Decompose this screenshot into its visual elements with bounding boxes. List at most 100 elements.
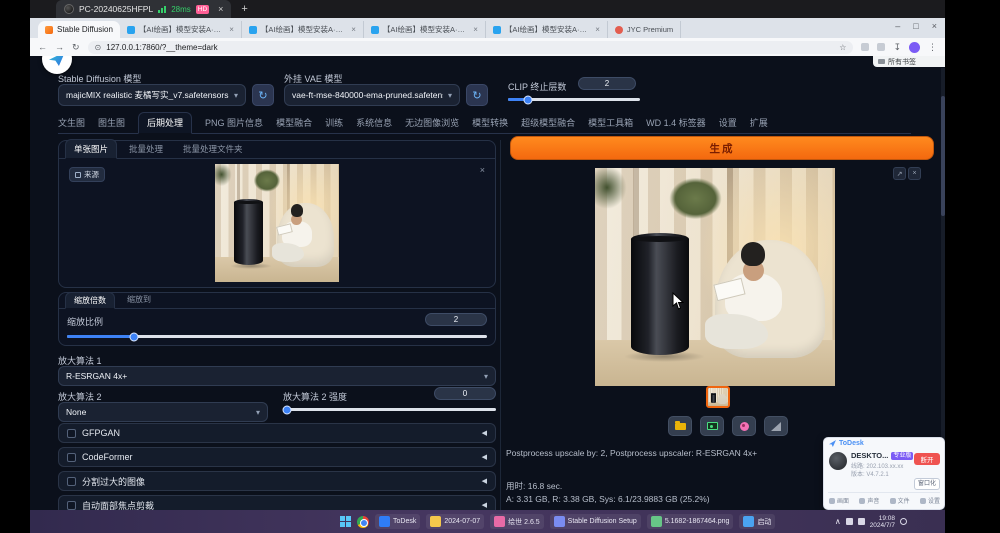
save-zip-button[interactable] [732,416,756,436]
source-image[interactable] [215,164,339,282]
open-folder-button[interactable] [668,416,692,436]
start-button[interactable] [340,516,351,527]
upscaler1-select[interactable]: R-ESRGAN 4x+ ▾ [58,366,496,386]
checkbox[interactable] [67,429,76,438]
tab-png-info[interactable]: PNG 图片信息 [205,116,263,133]
tab-txt2img[interactable]: 文生图 [58,116,85,133]
extension-icon[interactable] [861,43,869,51]
screen-option[interactable]: 画面 [829,496,849,505]
checkbox[interactable] [67,501,76,510]
browser-tab[interactable]: 【AI绘画】模型安装A·小图区 - 哔哩哔哩 × [486,21,608,38]
checkbox[interactable] [67,453,76,462]
file-option[interactable]: 文件 [890,496,910,505]
tab-close-icon[interactable]: × [229,25,234,34]
tab-checkpoint-merger[interactable]: 模型融合 [276,116,312,133]
tab-settings[interactable]: 设置 [719,116,737,133]
bookmark-star-icon[interactable]: ☆ [839,43,846,52]
accordion-codeformer[interactable]: CodeFormer ◀ [58,447,496,467]
resize-slider[interactable] [67,335,487,338]
slider-thumb[interactable] [130,332,139,341]
expand-result-button[interactable]: ↗ [893,167,906,180]
taskbar-item-todesk[interactable]: ToDesk [375,514,420,529]
windowed-mode-button[interactable]: 窗口化 [914,478,940,490]
menu-icon[interactable]: ⋮ [928,42,937,53]
collapse-icon[interactable]: ◀ [482,501,487,509]
chrome-taskbar-icon[interactable] [357,516,369,528]
tab-model-toolkit[interactable]: 模型工具箱 [588,116,633,133]
refresh-vae-button[interactable]: ↻ [466,84,488,106]
forward-icon[interactable]: → [55,42,64,52]
tab-close-icon[interactable]: × [473,25,478,34]
clip-skip-slider[interactable] [508,98,640,101]
resize-value[interactable]: 2 [425,313,487,326]
site-info-icon[interactable]: ⊙ [95,43,102,52]
browser-tab[interactable]: 【AI绘画】模型安装A·小图区 - 哔哩哔哩 × [242,21,364,38]
browser-tab-active[interactable]: Stable Diffusion [38,21,120,38]
tab-model-convert[interactable]: 模型转换 [472,116,508,133]
new-session-button[interactable]: + [241,3,247,15]
collapse-icon[interactable]: ◀ [482,429,487,437]
subtab-batch-from-dir[interactable]: 批量处理文件夹 [175,140,251,158]
slider-thumb[interactable] [523,95,532,104]
collapse-icon[interactable]: ◀ [482,453,487,461]
scrollbar-thumb[interactable] [941,96,945,216]
generate-button[interactable]: 生成 [510,136,934,160]
tab-img2img[interactable]: 图生图 [98,116,125,133]
close-result-button[interactable]: × [908,167,921,180]
close-session-button[interactable]: × [218,4,223,14]
upscaler2-strength-slider[interactable] [283,408,496,411]
browser-tab[interactable]: 【AI绘画】模型安装A·小图区 - 哔哩哔哩 × [364,21,486,38]
tab-extensions[interactable]: 扩展 [750,116,768,133]
tab-scale-by[interactable]: 缩放倍数 [65,292,115,309]
result-image[interactable] [595,168,835,386]
upscaler2-strength-value[interactable]: 0 [434,387,496,400]
maximize-button[interactable]: □ [913,21,918,31]
tab-scale-to[interactable]: 缩放到 [119,291,159,308]
tray-icon[interactable] [846,518,853,525]
collapse-icon[interactable]: ◀ [482,477,487,485]
notification-bell-icon[interactable] [900,518,907,525]
taskbar-item-folder[interactable]: 2024-07-07 [426,514,484,529]
subtab-single-image[interactable]: 单张图片 [65,139,117,159]
back-icon[interactable]: ← [38,42,47,52]
result-thumbnail[interactable] [706,386,730,408]
download-icon[interactable]: ↧ [893,42,901,53]
tab-infinite-browser[interactable]: 无边图像浏览 [405,116,459,133]
sound-option[interactable]: 声音 [859,496,879,505]
tab-super-merger[interactable]: 超级模型融合 [521,116,575,133]
checkbox[interactable] [67,477,76,486]
subtab-batch-process[interactable]: 批量处理 [121,140,171,158]
taskbar-item-png-file[interactable]: 5.1682-1867464.png [647,514,734,529]
clip-skip-value[interactable]: 2 [578,77,636,90]
taskbar-item-launch[interactable]: 启动 [739,514,775,529]
sd-model-select[interactable]: majicMIX realistic 麦橘写实_v7.safetensors [… [58,84,246,106]
tab-train[interactable]: 训练 [325,116,343,133]
tab-close-icon[interactable]: × [351,25,356,34]
slider-thumb[interactable] [283,405,292,414]
vae-select[interactable]: vae-ft-mse-840000-ema-pruned.safetensors… [284,84,460,106]
taskbar-clock[interactable]: 19:08 2024/7/7 [870,515,895,529]
tab-system-info[interactable]: 系统信息 [356,116,392,133]
remote-session-tab[interactable]: PC-20240625HFPL 28ms HD × [56,0,231,18]
extension-icon[interactable] [877,43,885,51]
tab-close-icon[interactable]: × [595,25,600,34]
accordion-gfpgan[interactable]: GFPGAN ◀ [58,423,496,443]
taskbar-item-launcher[interactable]: 绘世 2.6.5 [490,514,544,529]
save-image-button[interactable] [700,416,724,436]
bookmarks-shortcut[interactable]: 所有书签 [873,56,945,67]
tab-extras[interactable]: 后期处理 [138,112,192,134]
tab-wd14-tagger[interactable]: WD 1.4 标签器 [646,116,706,133]
address-bar[interactable]: ⊙ 127.0.0.1:7860/?__theme=dark ☆ [88,41,854,54]
disconnect-button[interactable]: 断开 [914,453,940,465]
browser-tab[interactable]: 【AI绘画】模型安装A·小图区 - 哔哩哔哩 × [120,21,242,38]
source-image-dropzone[interactable]: 来源 × [64,163,490,282]
close-button[interactable]: × [932,21,937,31]
reload-icon[interactable]: ↻ [72,42,80,53]
upscaler2-select[interactable]: None ▾ [58,402,268,422]
minimize-button[interactable]: – [895,21,900,31]
send-to-extras-button[interactable] [764,416,788,436]
taskbar-item-sd-setup[interactable]: Stable Diffusion Setup [550,514,641,529]
accordion-auto-focal-crop[interactable]: 自动面部焦点剪裁 ◀ [58,495,496,510]
profile-avatar[interactable] [909,42,920,53]
tray-expand-icon[interactable]: ∧ [835,517,841,526]
